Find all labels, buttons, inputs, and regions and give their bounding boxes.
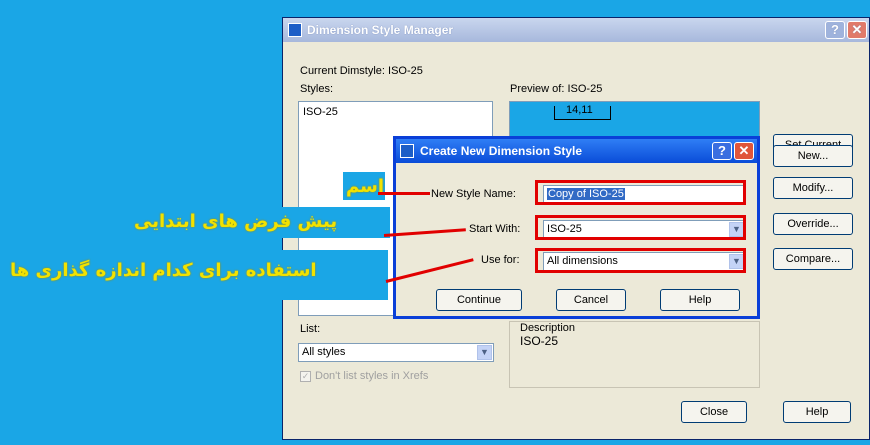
app-icon [400,144,414,158]
styles-list-item[interactable]: ISO-25 [303,106,338,118]
chevron-down-icon[interactable]: ▼ [477,345,492,360]
extension-line [554,106,555,120]
xrefs-checkbox[interactable]: ✓ [300,371,311,382]
name-pointer-line [378,192,430,195]
description-value: ISO-25 [520,334,559,348]
close-icon[interactable]: ✕ [734,142,754,160]
dialog-title: Create New Dimension Style [420,144,583,158]
current-dimstyle-label: Current Dimstyle: ISO-25 [300,65,423,77]
help-icon[interactable]: ? [712,142,732,160]
start-with-highlight-box [535,215,746,240]
preview-label: Preview of: ISO-25 [510,83,603,95]
use-for-highlight-box [535,248,746,273]
modify-button[interactable]: Modify... [773,177,853,199]
override-button[interactable]: Override... [773,213,853,235]
list-filter-select[interactable]: All styles ▼ [298,343,494,362]
close-icon[interactable]: ✕ [847,21,867,39]
dimension-line [554,119,611,120]
annotation-use-for: استفاده برای کدام اندازه گذاری ها [10,260,317,281]
description-group: Description ISO-25 [509,321,760,388]
dialog-title: Dimension Style Manager [307,23,454,37]
continue-button[interactable]: Continue [436,289,522,311]
name-highlight-box [535,180,746,205]
help-button[interactable]: Help [783,401,851,423]
help-button[interactable]: Help [660,289,740,311]
description-label: Description [520,322,576,334]
list-filter-value: All styles [302,346,346,358]
close-button[interactable]: Close [681,401,747,423]
start-with-label: Start With: [469,223,521,235]
compare-button[interactable]: Compare... [773,248,853,270]
dialog-title-bar: Dimension Style Manager ? ✕ [283,18,869,42]
preview-dimension-text: 14,11 [566,104,593,116]
use-for-label: Use for: [481,254,520,266]
annotation-start-with: پیش فرض های ابتدایی [134,211,338,232]
cancel-button[interactable]: Cancel [556,289,626,311]
styles-label: Styles: [300,83,334,95]
list-label: List: [300,323,321,335]
new-button[interactable]: New... [773,145,853,167]
app-icon [288,23,302,37]
new-style-name-label: New Style Name: [431,188,516,200]
help-icon[interactable]: ? [825,21,845,39]
dialog-title-bar: Create New Dimension Style ? ✕ [396,139,757,163]
xrefs-checkbox-label: Don't list styles in Xrefs [315,370,429,382]
extension-line [610,106,611,120]
